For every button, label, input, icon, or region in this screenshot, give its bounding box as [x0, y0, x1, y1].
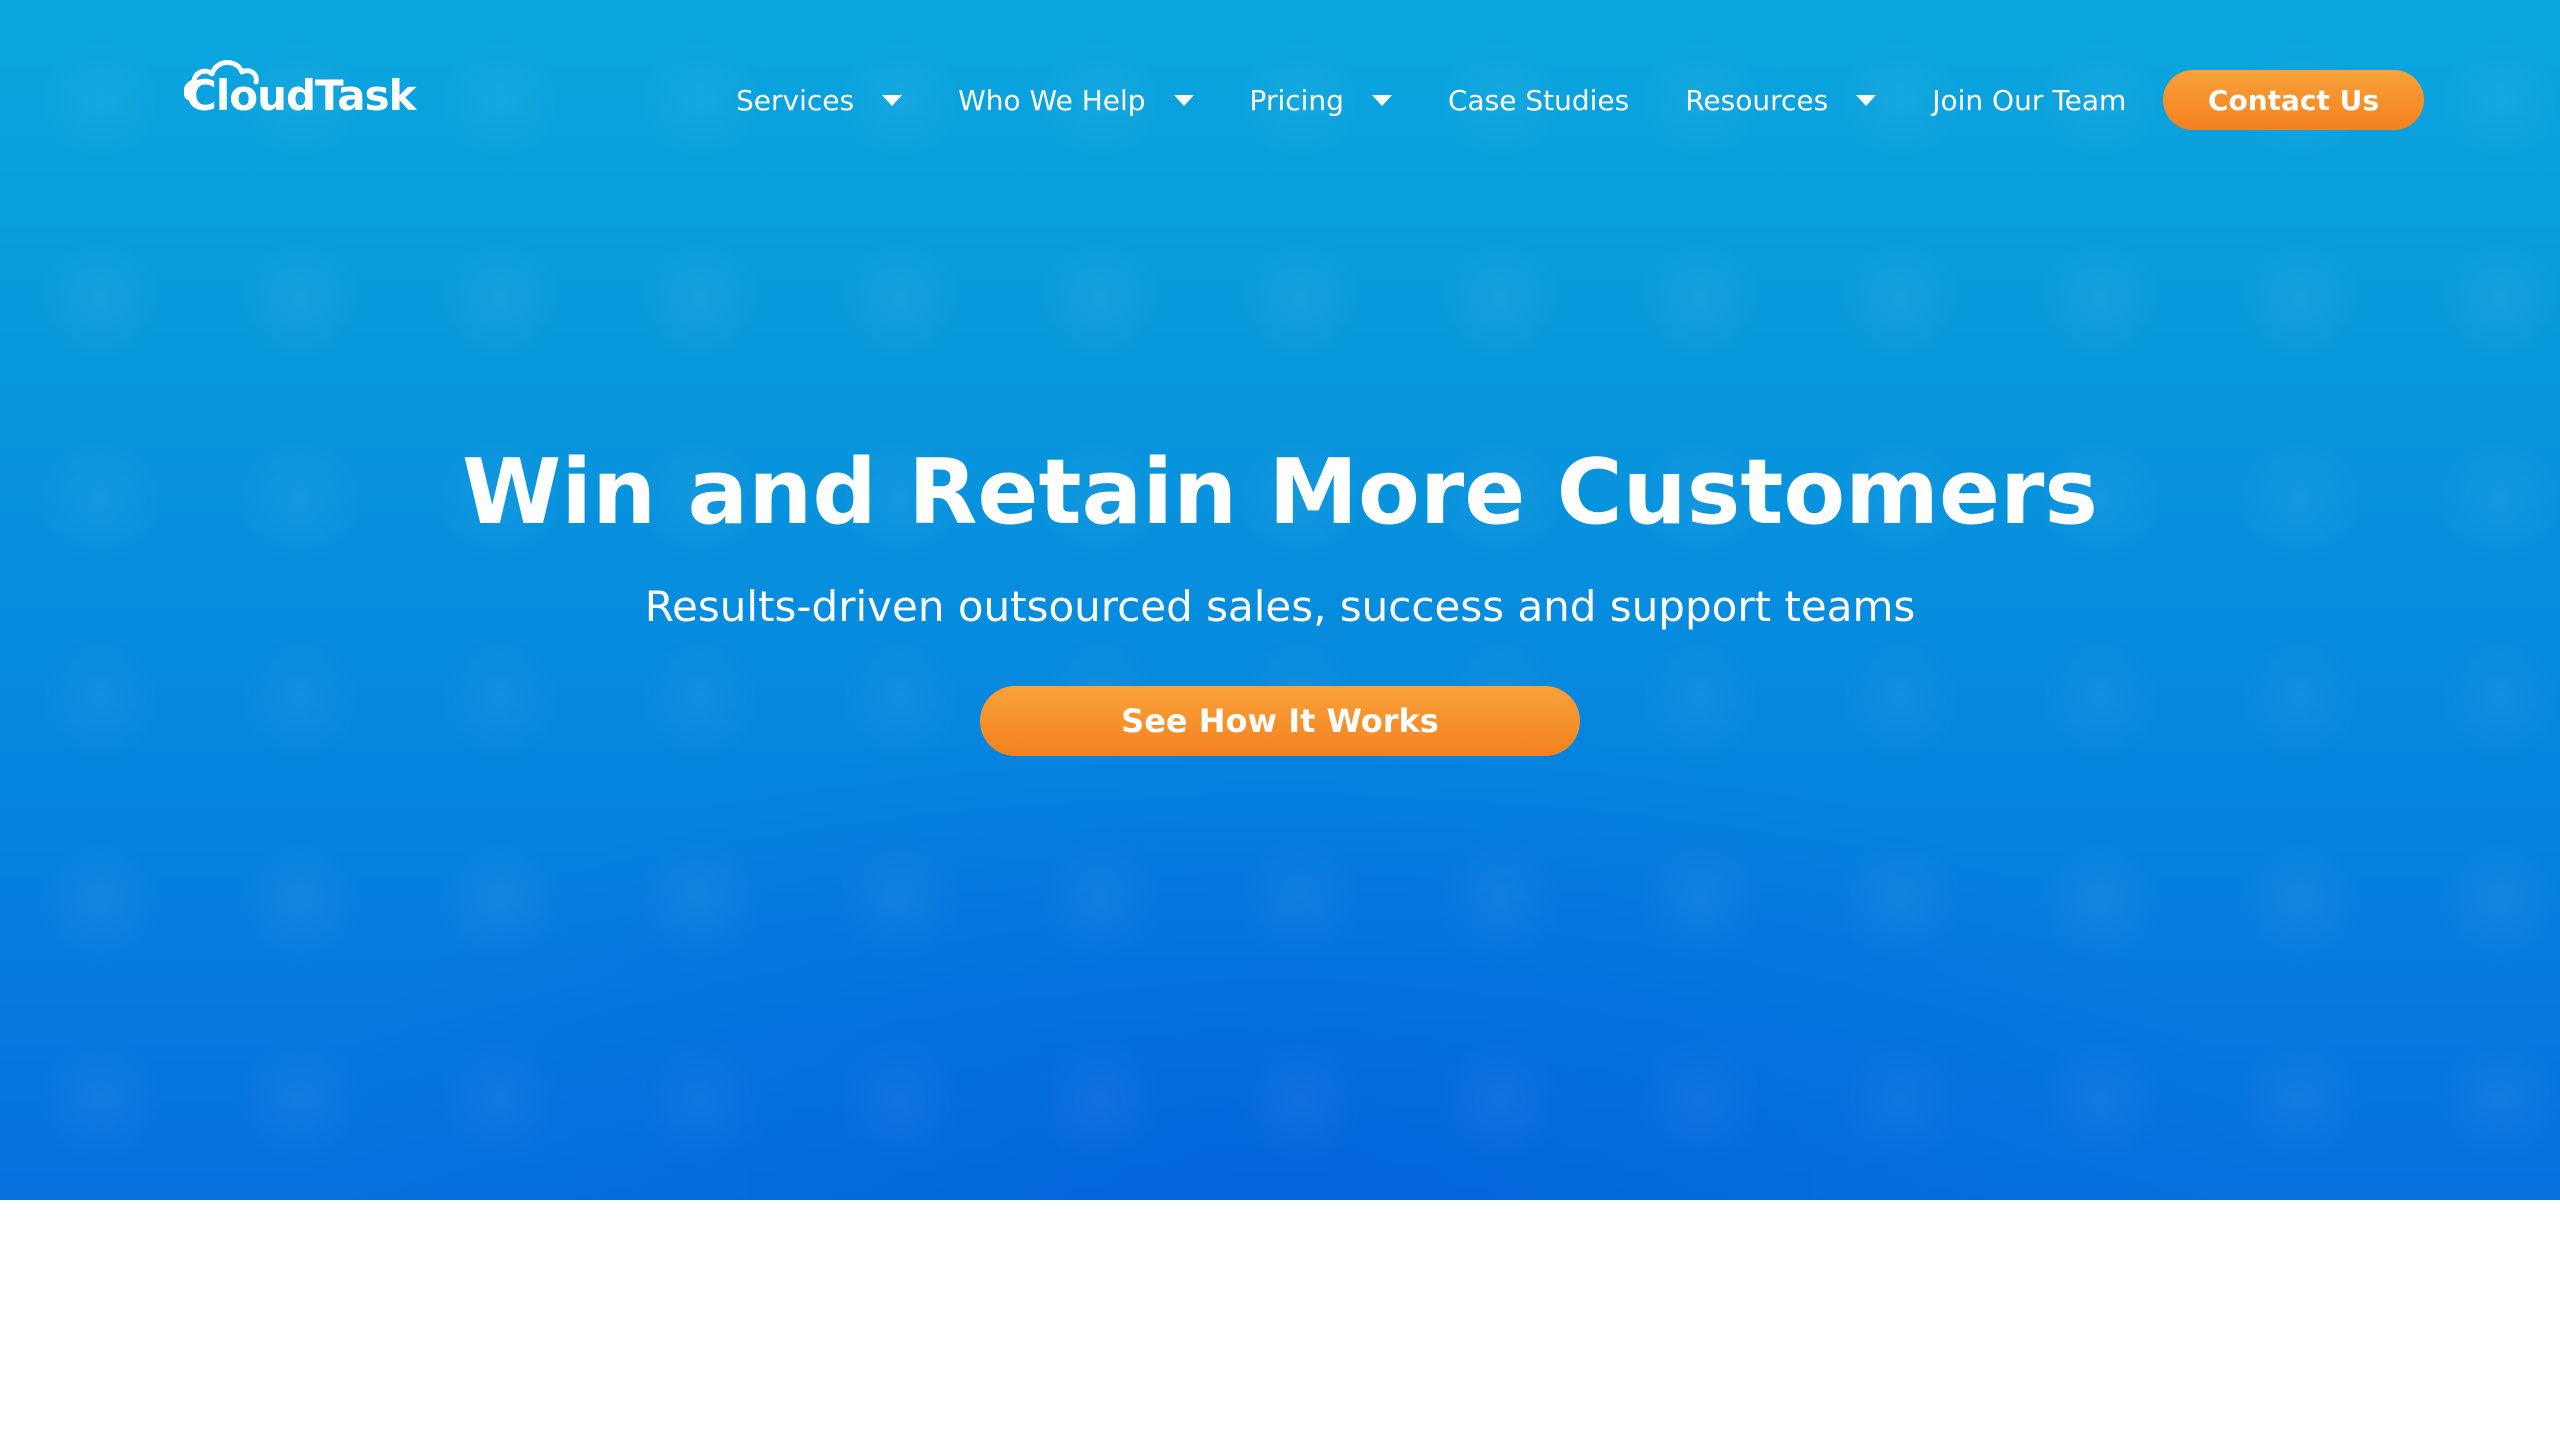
nav-item-pricing[interactable]: Pricing [1250, 84, 1392, 117]
hero-subtitle: Results-driven outsourced sales, success… [644, 582, 1916, 631]
contact-us-button[interactable]: Contact Us [2163, 70, 2424, 130]
hero-title: Win and Retain More Customers [462, 440, 2098, 545]
nav-item-join-our-team[interactable]: Join Our Team [1932, 84, 2126, 117]
main-nav: Services Who We Help Pricing Case Studie… [736, 70, 2126, 130]
cloudtask-logo[interactable]: CloudTask [184, 52, 417, 122]
nav-item-services[interactable]: Services [736, 83, 903, 117]
brand-name: CloudTask [186, 70, 417, 120]
chevron-down-icon [882, 94, 903, 106]
below-hero-section [0, 1200, 2560, 1442]
see-how-it-works-button[interactable]: See How It Works [980, 686, 1580, 756]
chevron-down-icon [1856, 94, 1877, 106]
chevron-down-icon [1173, 94, 1194, 106]
nav-item-case-studies[interactable]: Case Studies [1448, 84, 1629, 117]
hero-section: CloudTask Services Who We Help Pricing C… [0, 0, 2560, 1200]
nav-item-resources[interactable]: Resources [1685, 83, 1877, 117]
chevron-down-icon [1371, 94, 1392, 106]
nav-item-label: Who We Help [958, 83, 1146, 117]
nav-item-label: Resources [1685, 83, 1829, 117]
nav-item-label: Pricing [1249, 83, 1344, 117]
nav-item-label: Join Our Team [1932, 83, 2127, 117]
nav-item-label: Case Studies [1447, 83, 1630, 117]
nav-item-label: Services [736, 83, 855, 117]
nav-item-who-we-help[interactable]: Who We Help [958, 83, 1194, 117]
